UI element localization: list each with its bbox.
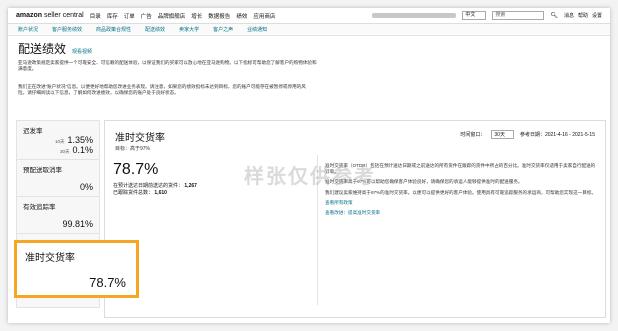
metric-value: 1.35% — [67, 135, 93, 145]
metric-period: 30天 — [59, 149, 70, 154]
search-input[interactable]: 搜索 — [492, 11, 545, 20]
highlight-ontime-card[interactable]: 准时交货率 78.7% — [14, 240, 139, 298]
tab-customer-service[interactable]: 客户服务绩效 — [52, 26, 82, 33]
shipment-stats: 在预计送达日期前送达的货件： 1,267 已跟踪货件总数： 1,610 — [113, 183, 197, 197]
metric-name: 有效追踪率 — [23, 204, 56, 211]
logo-brand: amazon — [16, 12, 43, 19]
menu-item-appstore[interactable]: 应用商店 — [253, 12, 275, 20]
messages-link[interactable]: 消息 — [564, 12, 574, 19]
blurred-account-name — [372, 13, 457, 18]
menu-item-ads[interactable]: 广告 — [141, 12, 152, 20]
top-right-controls: 中文 搜索 🔍︎ 消息 帮助 设置 — [372, 11, 602, 20]
improve-otdr-link[interactable]: 查看改进：提高准时交货率 — [325, 210, 597, 216]
sub-navigation: 账户状况 客户服务绩效 商品政策合规性 配送绩效 卖家大学 客户之声 业绩通知 — [8, 24, 610, 36]
tab-policy-compliance[interactable]: 商品政策合规性 — [96, 26, 131, 33]
top-navigation: amazon seller central 目录 库存 订单 广告 品牌旗舰店 … — [8, 8, 610, 24]
metric-value: 99.81% — [62, 219, 93, 229]
watermark-text: 样张仅供参考 — [244, 166, 376, 188]
metric-row-30d: 30天 0.1% — [23, 145, 93, 155]
menu-item-stores[interactable]: 品牌旗舰店 — [158, 12, 186, 20]
page-description: 亚马逊政策规定卖家提供一个可靠安全、可信赖的配送体验，以保证我们的买家可以放心地… — [18, 60, 317, 71]
highlight-name: 准时交货率 — [25, 253, 75, 264]
page-title: 配送绩效 — [18, 42, 67, 56]
period-select[interactable]: 30天 — [491, 130, 514, 139]
view-policies-link[interactable]: 查看所有政策 — [325, 200, 597, 206]
screenshot-frame: amazon seller central 目录 库存 订单 广告 品牌旗舰店 … — [0, 0, 618, 331]
period-controls: 时间窗口： 30天 参考日期：2021-4-16 - 2021-5-15 — [460, 130, 595, 139]
highlight-value: 78.7% — [89, 275, 126, 290]
tab-notifications[interactable]: 业绩通知 — [247, 26, 267, 33]
date-range: 参考日期：2021-4-16 - 2021-5-15 — [519, 132, 595, 138]
metric-value: 0.1% — [72, 145, 93, 155]
page-title-row: 配送绩效 观看视频 — [18, 40, 92, 57]
panel-target: 目标：高于97% — [115, 146, 151, 152]
main-menu: 目录 库存 订单 广告 品牌旗舰店 增长 数据报告 绩效 应用商店 — [90, 12, 276, 20]
metric-late-rate[interactable]: 迟发率 10天 1.35% 30天 0.1% — [17, 121, 99, 160]
stat-label: 已跟踪货件总数： — [113, 190, 154, 196]
page-notice: 我们正在改进“账户状况”信息。以便更好地帮助您改进业务表现。请注意，如果您的绩效… — [18, 84, 306, 95]
menu-item-inventory[interactable]: 库存 — [107, 12, 118, 20]
tab-voice-of-customer[interactable]: 客户之声 — [213, 26, 233, 33]
stat-value: 1,610 — [154, 190, 167, 196]
ontime-delivery-panel: 准时交货率 目标：高于97% 时间窗口： 30天 参考日期：2021-4-16 … — [104, 120, 606, 318]
menu-item-catalog[interactable]: 目录 — [90, 12, 101, 20]
top-links: 消息 帮助 设置 — [564, 12, 602, 19]
explain-paragraph: 我们建议卖家维持高于97%的准时交货率。以便可以提供更好的客户体验。使用具有可靠… — [325, 189, 597, 195]
stat-tracked: 已跟踪货件总数： 1,610 — [113, 190, 197, 197]
metric-name: 迟发率 — [23, 128, 43, 135]
settings-link[interactable]: 设置 — [592, 12, 602, 19]
amazon-logo[interactable]: amazon seller central — [16, 12, 84, 19]
menu-item-orders[interactable]: 订单 — [124, 12, 135, 20]
help-link[interactable]: 帮助 — [578, 12, 588, 19]
menu-item-performance[interactable]: 绩效 — [236, 12, 247, 20]
search-icon[interactable]: 🔍︎ — [550, 12, 558, 19]
tab-shipping-performance[interactable]: 配送绩效 — [145, 26, 165, 33]
panel-title: 准时交货率 — [115, 133, 165, 144]
stat-value: 1,267 — [184, 183, 197, 189]
menu-item-reports[interactable]: 数据报告 — [208, 12, 230, 20]
stat-label: 在预计送达日期前送达的货件： — [113, 183, 184, 189]
watch-video-link[interactable]: 观看视频 — [72, 48, 92, 55]
menu-item-growth[interactable]: 增长 — [191, 12, 202, 20]
ontime-rate-value: 78.7% — [113, 161, 159, 178]
tab-account-health[interactable]: 账户状况 — [18, 26, 38, 33]
tab-seller-university[interactable]: 卖家大学 — [179, 26, 199, 33]
metric-value: 0% — [79, 182, 93, 192]
metric-period: 10天 — [54, 139, 65, 144]
metric-name: 预配送取消率 — [23, 167, 62, 174]
metric-valid-tracking[interactable]: 有效追踪率 99.81% — [17, 197, 99, 234]
logo-sub: seller central — [44, 12, 84, 19]
metric-cancel-rate[interactable]: 预配送取消率 0% — [17, 160, 99, 197]
period-label: 时间窗口： — [460, 132, 486, 138]
metric-row-10d: 10天 1.35% — [23, 135, 93, 145]
stat-ontime: 在预计送达日期前送达的货件： 1,267 — [113, 183, 197, 190]
language-select[interactable]: 中文 — [462, 11, 487, 20]
